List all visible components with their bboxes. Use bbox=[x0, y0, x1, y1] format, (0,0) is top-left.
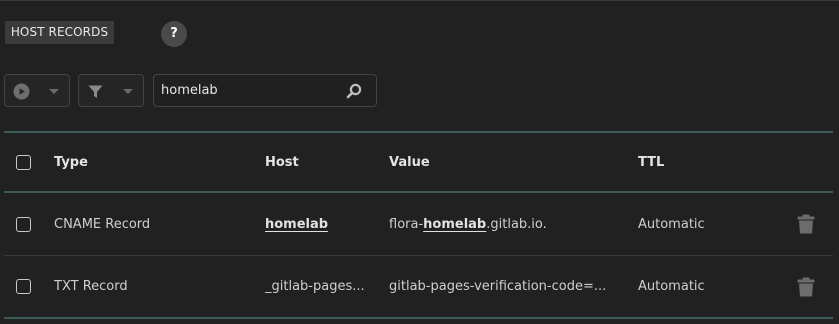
search-box bbox=[153, 74, 377, 107]
row-checkbox[interactable] bbox=[16, 279, 31, 294]
host-records-panel: HOST RECORDS ? Type Host Value TTL bbox=[0, 0, 839, 324]
record-value-match: homelab bbox=[423, 216, 487, 232]
table-header-row: Type Host Value TTL bbox=[4, 131, 833, 193]
search-input[interactable] bbox=[161, 75, 341, 106]
actions-dropdown[interactable] bbox=[4, 74, 70, 107]
table-row[interactable]: TXT Record _gitlab-pages... gitlab-pages… bbox=[4, 256, 833, 319]
table-row[interactable]: CNAME Record homelab flora-homelab .gitla… bbox=[4, 193, 833, 256]
record-type: CNAME Record bbox=[54, 216, 151, 232]
row-checkbox[interactable] bbox=[16, 216, 31, 232]
record-value-prefix: flora- bbox=[389, 216, 424, 232]
host-records-table: Type Host Value TTL CNAME Record homelab… bbox=[4, 131, 833, 319]
trash-icon[interactable] bbox=[797, 277, 815, 297]
column-header-host[interactable]: Host bbox=[265, 133, 380, 191]
trash-icon[interactable] bbox=[797, 214, 815, 234]
record-host-link[interactable]: homelab bbox=[265, 217, 328, 232]
chevron-down-icon bbox=[49, 89, 59, 94]
column-header-type[interactable]: Type bbox=[54, 133, 254, 191]
chevron-down-icon bbox=[123, 89, 133, 94]
search-icon[interactable] bbox=[346, 83, 362, 99]
play-circle-icon bbox=[13, 83, 30, 100]
filter-dropdown[interactable] bbox=[78, 74, 144, 107]
filter-icon bbox=[88, 85, 103, 98]
record-value: gitlab-pages-verification-code=... bbox=[389, 279, 607, 294]
host-records-tab[interactable]: HOST RECORDS bbox=[5, 21, 114, 44]
record-host[interactable]: _gitlab-pages... bbox=[265, 256, 380, 317]
record-type: TXT Record bbox=[54, 279, 128, 294]
record-value-suffix: .gitlab.io. bbox=[486, 216, 547, 232]
column-header-ttl[interactable]: TTL bbox=[638, 133, 778, 191]
record-ttl: Automatic bbox=[638, 279, 705, 294]
select-all-checkbox[interactable] bbox=[16, 154, 31, 170]
column-header-value[interactable]: Value bbox=[389, 133, 629, 191]
record-value: flora-homelab .gitlab.io. bbox=[389, 193, 629, 255]
record-ttl: Automatic bbox=[638, 216, 705, 232]
help-button[interactable]: ? bbox=[161, 21, 187, 47]
